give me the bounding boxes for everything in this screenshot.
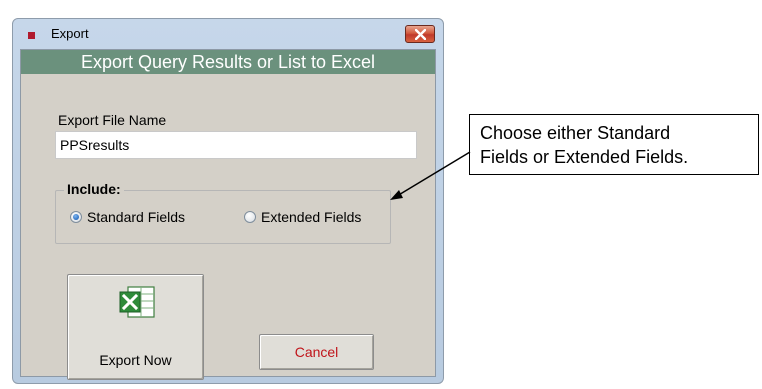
stage: Export Export Query Results or List to E… bbox=[0, 0, 762, 389]
callout-arrow bbox=[390, 151, 471, 200]
